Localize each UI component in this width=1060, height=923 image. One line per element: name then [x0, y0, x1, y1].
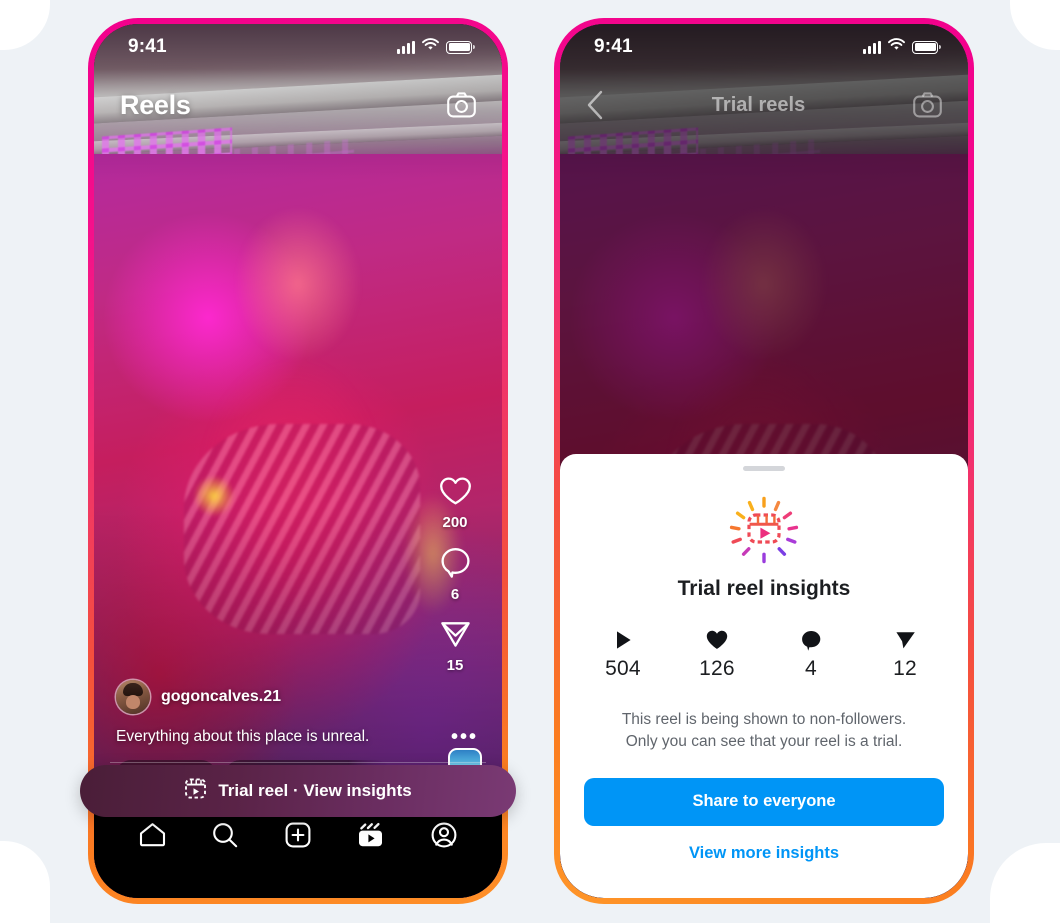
heart-icon: [439, 476, 472, 511]
reels-header: Reels: [94, 82, 502, 128]
comment-count: 6: [450, 586, 460, 603]
sheet-description-line1: This reel is being shown to non-follower…: [621, 711, 907, 728]
share-to-everyone-button[interactable]: Share to everyone: [584, 777, 944, 826]
share-count: 15: [446, 657, 464, 674]
status-bar-left: 9:41: [94, 24, 502, 70]
screenshot-stage: 9:41 Reels 200 6 15 gogoncalves.21 Every…: [0, 0, 1060, 923]
wifi-icon: [422, 38, 439, 56]
tab-home[interactable]: [129, 816, 175, 858]
stat-shares: 12: [877, 629, 933, 681]
status-time: 9:41: [594, 36, 633, 57]
search-icon: [212, 822, 238, 853]
stat-shares-value: 12: [893, 657, 917, 680]
camera-icon[interactable]: [447, 92, 476, 118]
tab-reels[interactable]: [348, 816, 394, 858]
page-title: Reels: [120, 89, 191, 120]
phone-mockup-trial-insights: 9:41 Trial reels Trial reel insights 504…: [554, 18, 974, 904]
share-button[interactable]: 15: [440, 619, 471, 674]
share-paper-plane-icon: [895, 629, 916, 651]
stat-likes: 126: [689, 629, 745, 681]
trial-banner-divider: [110, 762, 486, 763]
cellular-signal-icon: [397, 40, 415, 54]
heart-icon: [706, 629, 728, 651]
like-button[interactable]: 200: [439, 476, 472, 531]
trial-reel-insights-banner[interactable]: Trial reel · View insights: [80, 765, 516, 817]
trial-banner-label: Trial reel · View insights: [218, 781, 412, 800]
trial-reel-insights-icon: [724, 493, 804, 569]
cellular-signal-icon: [863, 40, 881, 54]
stat-comments-value: 4: [805, 657, 817, 680]
plus-square-icon: [285, 822, 311, 853]
comment-bubble-icon: [440, 547, 471, 583]
username: gogoncalves.21: [161, 688, 282, 705]
avatar: [116, 680, 150, 714]
battery-icon: [912, 40, 941, 54]
status-bar-right: 9:41: [560, 24, 968, 70]
tab-profile[interactable]: [421, 816, 467, 858]
phone-screen-trial-insights: 9:41 Trial reels Trial reel insights 504…: [560, 24, 968, 898]
trial-insights-bottom-sheet: Trial reel insights 504 126 4 12 This re…: [560, 454, 968, 898]
comment-button[interactable]: 6: [440, 547, 471, 603]
play-icon: [615, 629, 632, 651]
insights-stats-row: 504 126 4 12: [595, 629, 933, 681]
sheet-description-line2: Only you can see that your reel is a tri…: [625, 733, 903, 751]
sheet-title: Trial reel insights: [677, 577, 851, 600]
stat-comments: 4: [783, 629, 839, 681]
stat-likes-value: 126: [699, 657, 735, 680]
reel-caption: Everything about this place is unreal.: [116, 728, 370, 745]
trial-reel-icon: [184, 777, 207, 805]
stat-plays: 504: [595, 629, 651, 681]
sheet-description: This reel is being shown to non-follower…: [622, 709, 906, 754]
reel-action-rail: 200 6 15: [424, 476, 486, 674]
home-icon: [139, 822, 166, 852]
status-time: 9:41: [128, 36, 167, 57]
battery-icon: [446, 40, 475, 54]
caption-row: Everything about this place is unreal. •…: [116, 727, 480, 747]
camera-icon[interactable]: [913, 92, 942, 118]
tab-search[interactable]: [202, 816, 248, 858]
profile-avatar-icon: [431, 822, 457, 853]
status-indicators: [863, 38, 941, 56]
reel-author[interactable]: gogoncalves.21: [116, 680, 480, 714]
view-more-insights-link[interactable]: View more insights: [689, 844, 839, 863]
status-indicators: [397, 38, 475, 56]
page-title: Trial reels: [711, 93, 806, 116]
chevron-left-icon[interactable]: [586, 90, 604, 120]
share-paper-plane-icon: [440, 619, 471, 654]
like-count: 200: [442, 514, 468, 531]
comment-bubble-icon: [801, 629, 822, 651]
trial-reels-header: Trial reels: [560, 82, 968, 128]
reels-icon: [357, 822, 384, 853]
sheet-drag-handle[interactable]: [743, 466, 785, 471]
stat-plays-value: 504: [605, 657, 641, 680]
wifi-icon: [888, 38, 905, 56]
more-options-button[interactable]: •••: [451, 727, 478, 747]
tab-create[interactable]: [275, 816, 321, 858]
